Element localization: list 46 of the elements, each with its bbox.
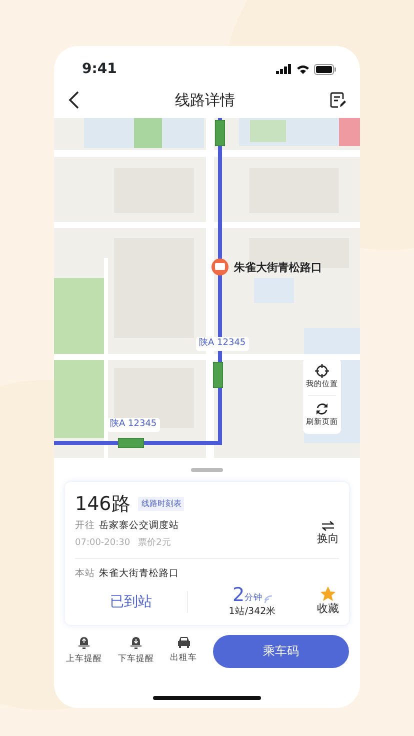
favorite-button[interactable]: 收藏 bbox=[317, 586, 339, 618]
back-button[interactable] bbox=[68, 91, 80, 109]
fare-text: 票价2元 bbox=[138, 536, 171, 550]
star-icon bbox=[321, 586, 335, 601]
sports-field bbox=[134, 118, 162, 148]
eta-number: 2 bbox=[232, 586, 245, 604]
arrival-status: 已到站 bbox=[110, 592, 152, 612]
wifi-icon bbox=[296, 64, 310, 74]
status-time: 9:41 bbox=[82, 60, 117, 78]
station-name: 朱雀大街青松路口 bbox=[99, 567, 179, 582]
battery-icon bbox=[314, 64, 336, 74]
line-name: 146路 bbox=[75, 492, 130, 517]
timetable-link[interactable]: 线路时刻表 bbox=[138, 497, 184, 512]
bell-icon bbox=[78, 636, 90, 650]
destination-text: 岳家寨公交调度站 bbox=[99, 518, 179, 532]
drag-handle bbox=[191, 468, 223, 472]
service-hours: 07:00-20:30 bbox=[75, 536, 130, 550]
bus-icon bbox=[118, 438, 144, 448]
swap-icon bbox=[322, 521, 334, 532]
live-signal-icon bbox=[262, 594, 273, 604]
toolbar-button[interactable]: 出租车 bbox=[170, 636, 197, 666]
building-block bbox=[339, 118, 360, 146]
back-icon bbox=[68, 91, 80, 109]
toolbar-button[interactable]: 上车提醒 bbox=[66, 636, 102, 666]
bus-icon bbox=[215, 120, 225, 146]
signal-icon bbox=[276, 64, 292, 74]
reverse-button[interactable]: 换向 bbox=[317, 521, 339, 548]
page-title: 线路详情 bbox=[175, 90, 235, 111]
eta-distance: 1站/342米 bbox=[228, 604, 276, 618]
edit-button[interactable] bbox=[330, 92, 346, 108]
bell-icon bbox=[130, 636, 142, 650]
refresh-icon bbox=[315, 402, 329, 416]
plate-label: 陕A 12345 bbox=[107, 418, 160, 432]
plate-label: 陕A 12345 bbox=[196, 337, 249, 350]
car-icon bbox=[176, 636, 190, 648]
station-label: 本站 bbox=[75, 567, 95, 582]
toolbar-button[interactable]: 下车提醒 bbox=[118, 636, 154, 666]
ride-code-button[interactable]: 乘车码 bbox=[213, 634, 349, 668]
bus-stop-icon bbox=[211, 258, 229, 276]
stop-label: 朱雀大街青松路口 bbox=[234, 260, 322, 276]
direction-label: 开往 bbox=[75, 518, 95, 532]
crosshair-icon bbox=[315, 364, 329, 378]
lawn-area bbox=[250, 120, 286, 142]
eta-unit: 分钟 bbox=[244, 592, 263, 604]
edit-note-icon bbox=[330, 92, 346, 108]
bus-icon bbox=[213, 362, 223, 388]
